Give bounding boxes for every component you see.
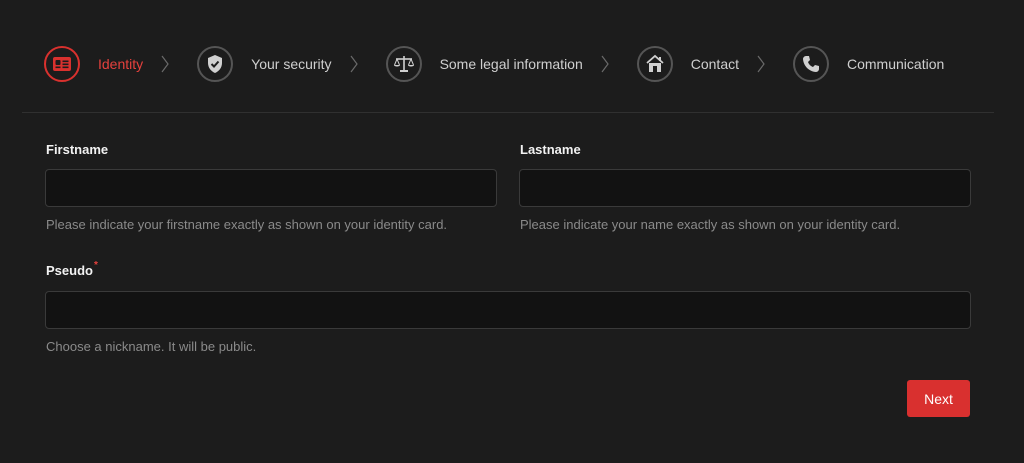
step-identity[interactable]: Identity [44,46,143,82]
phone-icon [793,46,829,82]
step-label: Communication [847,56,945,72]
chevron-right-icon [161,55,169,73]
scales-icon [385,46,422,82]
registration-page: Identity Your security Some legal inform… [0,0,1024,463]
step-label: Some legal information [439,56,583,72]
next-button[interactable]: Next [907,380,970,417]
lastname-label: Lastname [520,142,581,157]
firstname-input[interactable] [45,169,497,207]
firstname-hint: Please indicate your firstname exactly a… [46,217,448,232]
lastname-hint: Please indicate your name exactly as sho… [520,217,901,232]
chevron-right-icon [350,55,358,73]
pseudo-label-text: Pseudo [46,263,93,278]
step-contact[interactable]: Contact [636,46,739,82]
step-label: Contact [690,56,739,72]
id-card-icon [44,46,80,82]
step-your-security[interactable]: Your security [197,46,332,82]
chevron-right-icon [601,55,609,73]
stepper: Identity Your security Some legal inform… [44,42,944,86]
pseudo-label: Pseudo* [46,260,98,278]
step-communication[interactable]: Communication [793,46,944,82]
required-marker: * [93,260,98,271]
lastname-input[interactable] [519,169,971,207]
house-icon [636,46,673,82]
step-label: Identity [98,56,144,72]
shield-check-icon [197,46,234,82]
step-label: Your security [251,56,332,72]
firstname-label: Firstname [46,142,109,157]
step-legal-information[interactable]: Some legal information [385,46,583,82]
pseudo-input[interactable] [45,291,971,329]
chevron-right-icon [757,55,765,73]
divider [22,112,994,113]
pseudo-hint: Choose a nickname. It will be public. [46,339,257,354]
